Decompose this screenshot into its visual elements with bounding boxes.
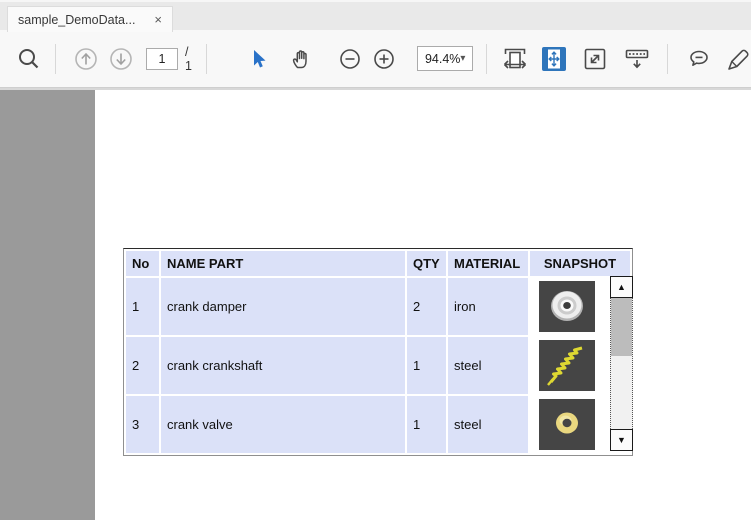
expand-icon — [582, 46, 608, 72]
page-down-icon — [108, 46, 134, 72]
page-count-label: / 1 — [185, 45, 192, 73]
zoom-level-select[interactable]: 94.4% ▾ — [417, 46, 473, 71]
fit-page-button[interactable] — [541, 46, 567, 72]
page-up-icon — [73, 46, 99, 72]
scroll-down-button[interactable]: ▼ — [610, 429, 633, 451]
fit-width-button[interactable] — [502, 46, 528, 72]
parts-table-container: No NAME PART QTY MATERIAL SNAPSHOT 1 cra… — [123, 248, 635, 456]
chevron-down-icon: ▾ — [460, 53, 465, 64]
cell-name: crank valve — [161, 396, 405, 453]
cell-material: steel — [448, 396, 528, 453]
table-header-row: No NAME PART QTY MATERIAL SNAPSHOT — [126, 251, 630, 276]
zoom-in-button[interactable] — [373, 48, 395, 70]
scroll-up-button[interactable]: ▲ — [610, 276, 633, 298]
zoom-level-value: 94.4% — [425, 52, 460, 66]
search-icon — [16, 46, 42, 72]
document-area[interactable]: No NAME PART QTY MATERIAL SNAPSHOT 1 cra… — [0, 88, 751, 520]
scrollbar-track[interactable] — [610, 298, 633, 429]
cell-no: 1 — [126, 278, 159, 335]
hand-icon — [289, 47, 313, 71]
col-header-no: No — [126, 251, 159, 276]
col-header-qty: QTY — [407, 251, 446, 276]
sign-button[interactable] — [726, 46, 751, 72]
document-tab-title: sample_DemoData... — [18, 13, 146, 27]
parts-table: No NAME PART QTY MATERIAL SNAPSHOT 1 cra… — [123, 248, 633, 456]
comment-button[interactable] — [686, 46, 712, 72]
table-row: 2 crank crankshaft 1 steel — [126, 337, 630, 394]
cell-material: steel — [448, 337, 528, 394]
fit-width-icon — [502, 46, 528, 72]
next-page-button[interactable] — [108, 46, 134, 72]
page-number-input[interactable] — [146, 48, 178, 70]
cell-name: crank crankshaft — [161, 337, 405, 394]
fit-page-icon — [541, 46, 567, 72]
toolbar-divider — [55, 44, 56, 74]
cell-no: 3 — [126, 396, 159, 453]
pen-icon — [726, 46, 751, 72]
toolbar-divider — [486, 44, 487, 74]
toolbar-divider — [206, 44, 207, 74]
scrollbar-thumb[interactable] — [611, 298, 632, 356]
cell-qty: 1 — [407, 337, 446, 394]
crankshaft-thumbnail — [539, 340, 595, 391]
comment-bubble-icon — [686, 46, 712, 72]
damper-disc-thumbnail — [539, 281, 595, 332]
col-header-name-part: NAME PART — [161, 251, 405, 276]
table-scrollbar[interactable]: ▲ ▼ — [610, 276, 633, 451]
select-tool-button[interactable] — [247, 48, 269, 70]
cell-name: crank damper — [161, 278, 405, 335]
scroll-down-arrow-icon: ▼ — [617, 435, 626, 445]
cell-qty: 1 — [407, 396, 446, 453]
scroll-up-arrow-icon: ▲ — [617, 282, 626, 292]
pdf-viewer-window: sample_DemoData... × / 1 — [0, 0, 751, 522]
hide-toolbar-icon — [623, 46, 651, 72]
col-header-material: MATERIAL — [448, 251, 528, 276]
actual-size-button[interactable] — [582, 46, 608, 72]
cell-qty: 2 — [407, 278, 446, 335]
table-row: 3 crank valve 1 steel — [126, 396, 630, 453]
search-button[interactable] — [16, 46, 42, 72]
zoom-out-button[interactable] — [339, 48, 361, 70]
table-row: 1 crank damper 2 iron — [126, 278, 630, 335]
valve-ring-thumbnail — [539, 399, 595, 450]
toolbar-divider — [667, 44, 668, 74]
zoom-in-icon — [373, 48, 395, 70]
hide-toolbar-button[interactable] — [623, 46, 651, 72]
col-header-snapshot: SNAPSHOT — [530, 251, 630, 276]
document-tab[interactable]: sample_DemoData... × — [7, 6, 173, 32]
cell-no: 2 — [126, 337, 159, 394]
hand-tool-button[interactable] — [289, 47, 313, 71]
zoom-out-icon — [339, 48, 361, 70]
main-toolbar: / 1 94.4% ▾ — [0, 30, 751, 88]
select-arrow-icon — [247, 48, 269, 70]
tab-close-icon[interactable]: × — [154, 13, 162, 26]
tab-bar: sample_DemoData... × — [0, 0, 751, 30]
previous-page-button[interactable] — [73, 46, 99, 72]
cell-material: iron — [448, 278, 528, 335]
pdf-page: No NAME PART QTY MATERIAL SNAPSHOT 1 cra… — [95, 90, 751, 520]
